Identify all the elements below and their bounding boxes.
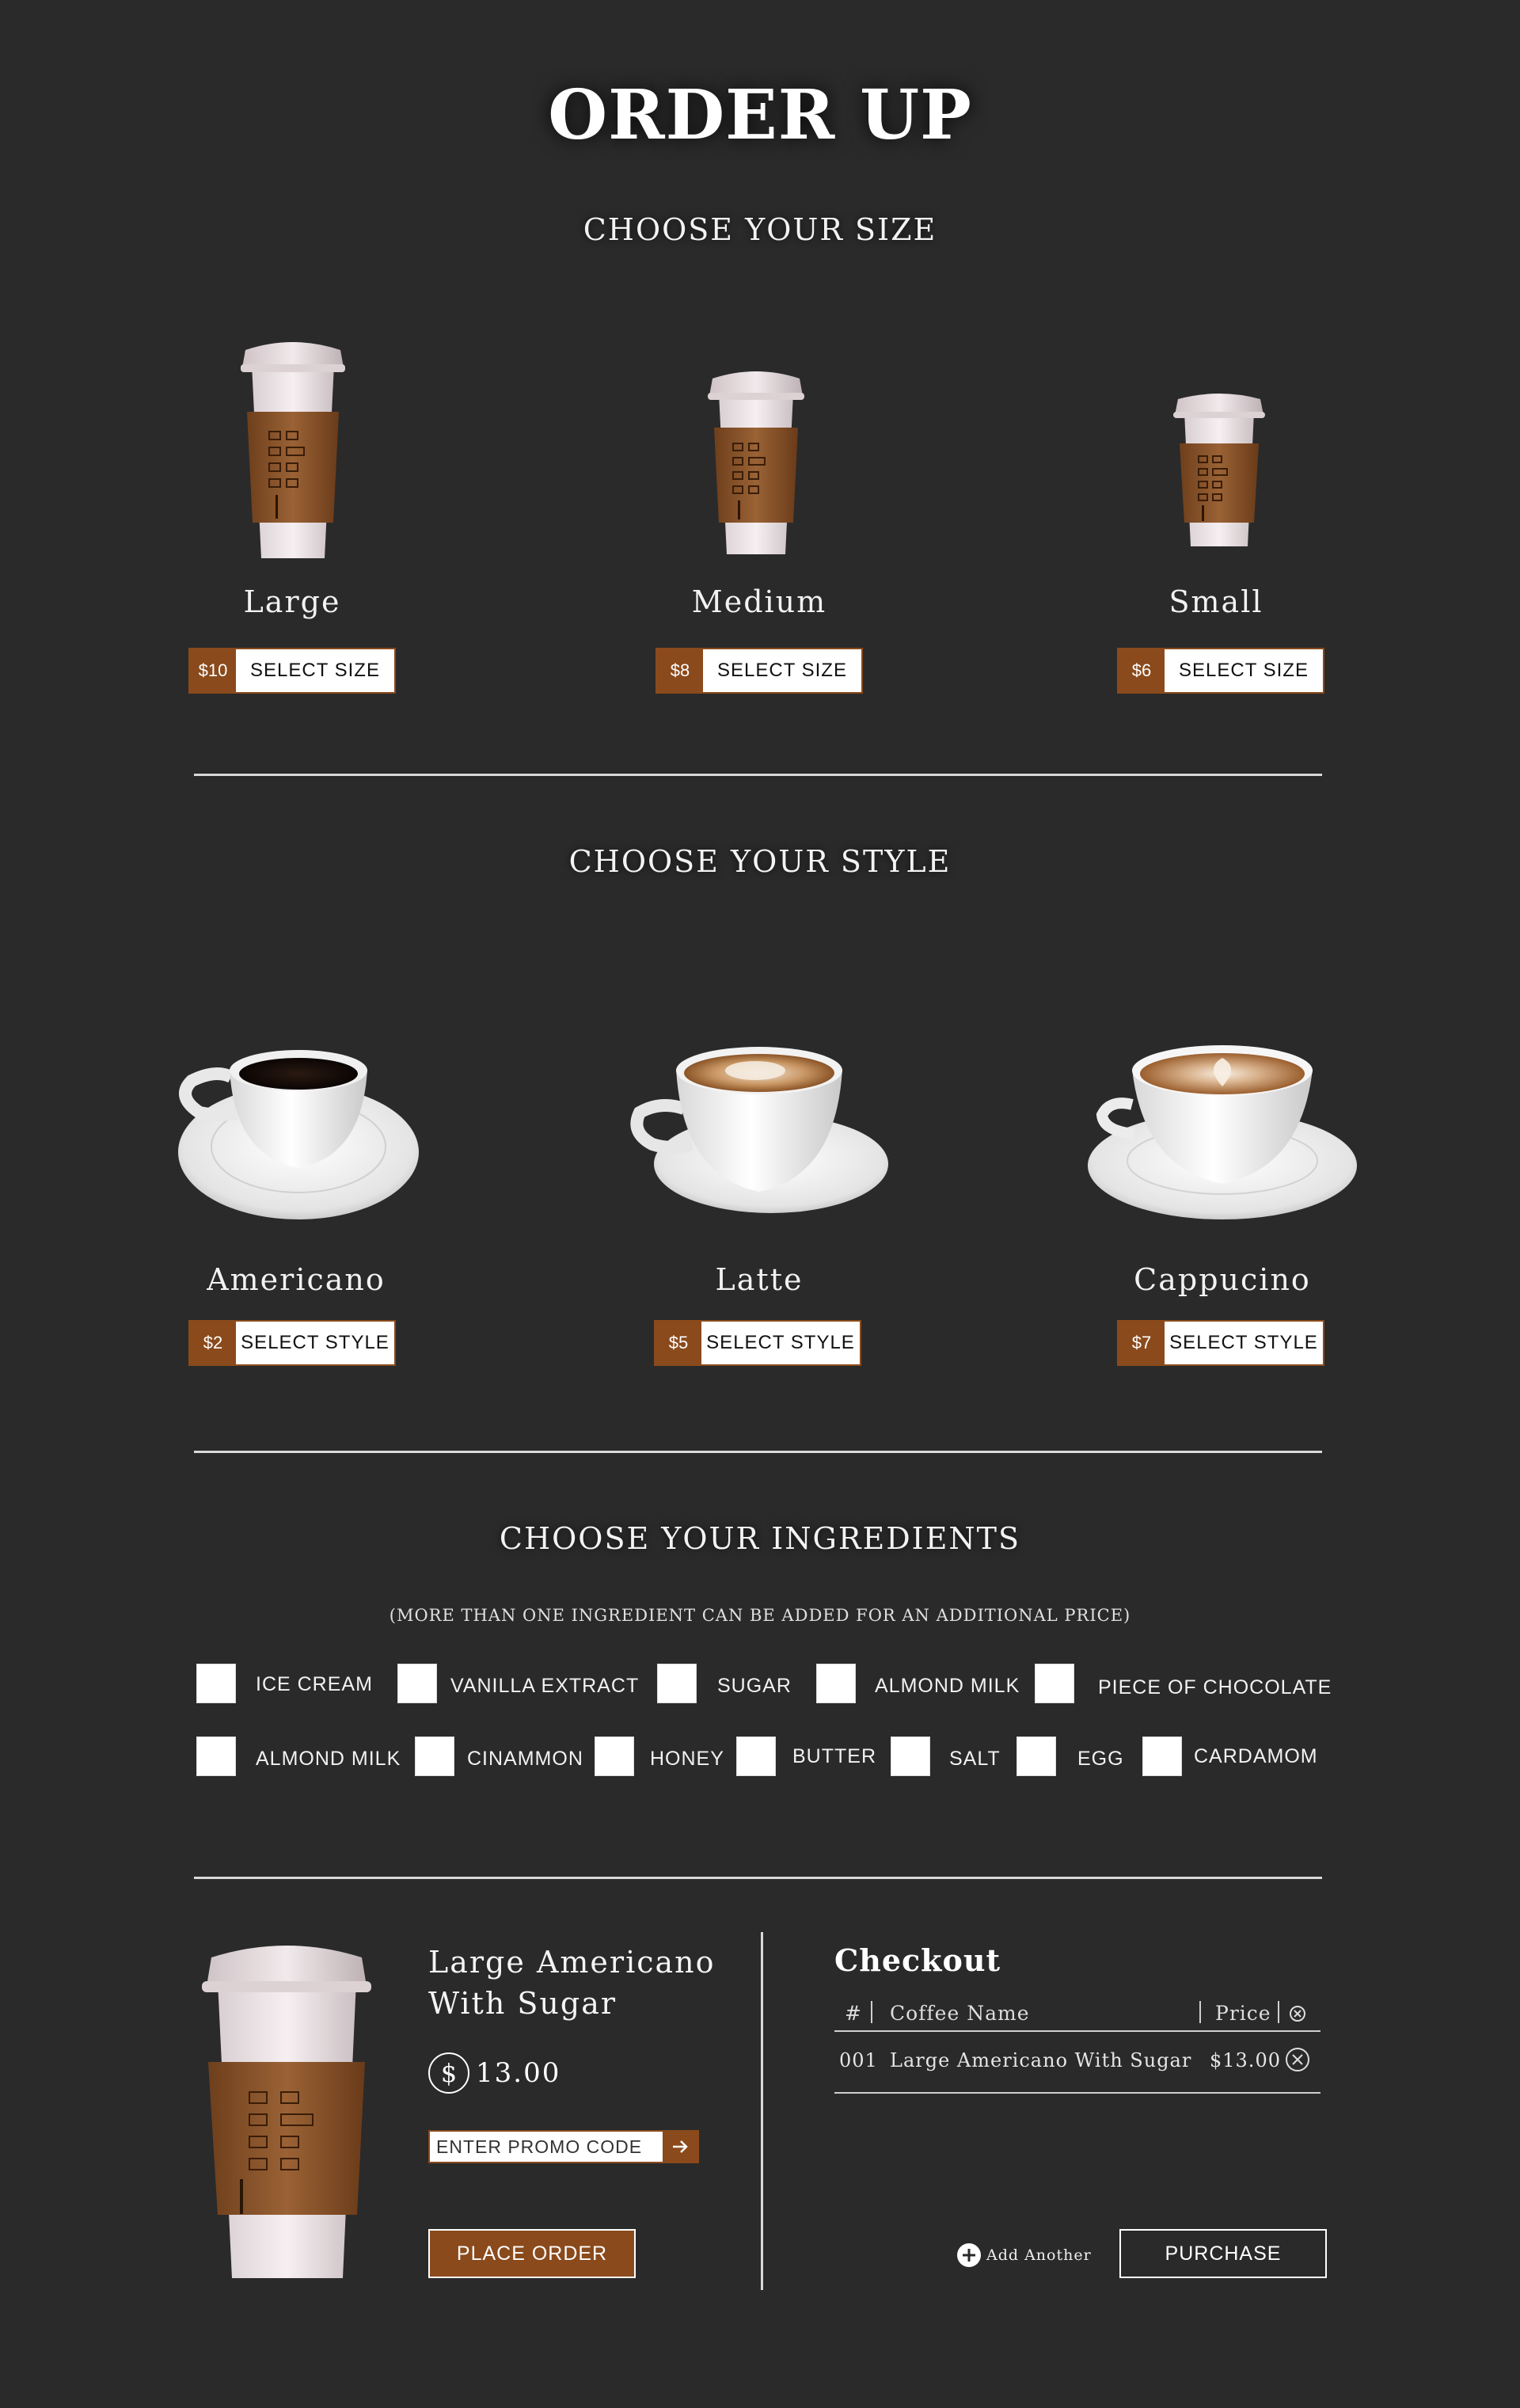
purchase-button[interactable]: PURCHASE — [1119, 2229, 1327, 2278]
large-cup-image — [241, 342, 345, 558]
summary-divider — [761, 1932, 763, 2290]
section-divider — [194, 1451, 1322, 1453]
ingredient-label: BUTTER — [792, 1745, 876, 1767]
checkbox-butter[interactable] — [736, 1737, 776, 1776]
column-separator — [1199, 2001, 1201, 2023]
ingredient-label: ALMOND MILK — [256, 1748, 401, 1770]
size-label-small: Small — [1168, 584, 1264, 619]
clear-all-icon[interactable] — [1288, 2004, 1307, 2023]
select-size-large-button[interactable]: $10 SELECT SIZE — [188, 648, 396, 694]
add-another-label: Add Another — [986, 2246, 1092, 2264]
style-price-cappucino: $7 — [1119, 1322, 1165, 1364]
order-name-line2: With Sugar — [428, 1986, 618, 2021]
ingredient-label: CARDAMOM — [1194, 1745, 1318, 1767]
checkbox-almond-milk-1[interactable] — [816, 1664, 856, 1703]
ingredient-label: SALT — [949, 1748, 1001, 1770]
order-name-line1: Large Americano — [428, 1945, 716, 1980]
checkout-col-name: Coffee Name — [890, 2002, 1030, 2025]
ingredient-label: PIECE OF CHOCOLATE — [1098, 1676, 1332, 1699]
checkbox-almond-milk-2[interactable] — [196, 1737, 236, 1776]
order-cup-image — [202, 1946, 371, 2278]
checkbox-cardamom[interactable] — [1142, 1737, 1182, 1776]
page-title: ORDER UP — [548, 75, 972, 155]
select-size-label: SELECT SIZE — [1179, 660, 1309, 681]
latte-cup-image — [630, 1047, 888, 1213]
select-size-medium-button[interactable]: $8 SELECT SIZE — [656, 648, 863, 694]
ingredient-label: VANILLA EXTRACT — [450, 1675, 640, 1697]
checkout-title: Checkout — [834, 1942, 1001, 1978]
checkout-col-number: # — [845, 2002, 862, 2025]
select-style-label: SELECT STYLE — [241, 1332, 390, 1353]
ingredient-label: SUGAR — [717, 1675, 792, 1697]
section-divider — [194, 774, 1322, 776]
remove-circle-icon[interactable] — [1284, 2046, 1311, 2073]
style-price-americano: $2 — [190, 1322, 236, 1364]
medium-cup-image — [708, 371, 804, 554]
select-style-cappucino-button[interactable]: $7 SELECT STYLE — [1117, 1320, 1324, 1366]
style-heading: CHOOSE YOUR STYLE — [568, 844, 952, 879]
size-price-medium: $8 — [657, 649, 703, 692]
checkbox-ice-cream[interactable] — [196, 1664, 236, 1703]
promo-code-field — [428, 2130, 699, 2163]
ingredient-label: HONEY — [650, 1748, 724, 1770]
style-label-americano: Americano — [207, 1262, 386, 1297]
row-name: Large Americano With Sugar — [890, 2049, 1192, 2071]
ingredients-note: (MORE THAN ONE INGREDIENT CAN BE ADDED F… — [389, 1606, 1131, 1625]
checkout-header-rule — [834, 2030, 1320, 2032]
select-style-latte-button[interactable]: $5 SELECT STYLE — [654, 1320, 861, 1366]
checkbox-salt[interactable] — [891, 1737, 930, 1776]
column-separator — [871, 2001, 872, 2023]
dollar-circle-icon: $ — [428, 2052, 469, 2094]
style-label-cappucino: Cappucino — [1134, 1262, 1311, 1297]
place-order-button[interactable]: PLACE ORDER — [428, 2229, 636, 2278]
ingredients-heading: CHOOSE YOUR INGREDIENTS — [499, 1521, 1021, 1556]
row-price: $13.00 — [1210, 2049, 1281, 2071]
cappucino-cup-image — [1088, 1045, 1357, 1219]
select-style-label: SELECT STYLE — [706, 1332, 855, 1353]
ingredient-label: ALMOND MILK — [875, 1675, 1020, 1697]
checkbox-vanilla-extract[interactable] — [397, 1664, 437, 1703]
row-id: 001 — [839, 2049, 878, 2071]
style-price-latte: $5 — [656, 1322, 701, 1364]
checkbox-sugar[interactable] — [657, 1664, 697, 1703]
section-divider — [194, 1877, 1322, 1879]
arrow-right-icon — [673, 2140, 688, 2153]
checkbox-egg[interactable] — [1016, 1737, 1056, 1776]
ingredient-label: EGG — [1077, 1748, 1124, 1770]
add-another-button[interactable]: Add Another — [956, 2243, 1092, 2268]
style-label-latte: Latte — [715, 1262, 804, 1297]
checkout-col-price: Price — [1215, 2002, 1271, 2025]
ingredient-label: CINAMMON — [467, 1748, 583, 1770]
size-label-large: Large — [243, 584, 341, 619]
small-cup-image — [1173, 394, 1265, 546]
select-size-small-button[interactable]: $6 SELECT SIZE — [1117, 648, 1324, 694]
promo-code-input[interactable] — [430, 2132, 663, 2162]
promo-submit-button[interactable] — [663, 2132, 697, 2162]
table-row: 001 Large Americano With Sugar $13.00 — [834, 2046, 1320, 2081]
checkbox-cinammon[interactable] — [415, 1737, 454, 1776]
plus-circle-icon — [957, 2243, 981, 2267]
select-size-label: SELECT SIZE — [250, 660, 380, 681]
currency-symbol: $ — [440, 2058, 458, 2088]
select-style-label: SELECT STYLE — [1169, 1332, 1318, 1353]
checkbox-honey[interactable] — [595, 1737, 634, 1776]
size-heading: CHOOSE YOUR SIZE — [583, 212, 937, 247]
checkbox-piece-of-chocolate[interactable] — [1035, 1664, 1074, 1703]
order-price: 13.00 — [476, 2057, 561, 2089]
select-size-label: SELECT SIZE — [717, 660, 847, 681]
size-label-medium: Medium — [691, 584, 827, 619]
checkout-row-rule — [834, 2092, 1320, 2094]
select-style-americano-button[interactable]: $2 SELECT STYLE — [188, 1320, 396, 1366]
column-separator — [1278, 2001, 1279, 2023]
americano-cup-image — [178, 1050, 419, 1219]
size-price-small: $6 — [1119, 649, 1165, 692]
size-price-large: $10 — [190, 649, 236, 692]
ingredient-label: ICE CREAM — [256, 1673, 373, 1695]
